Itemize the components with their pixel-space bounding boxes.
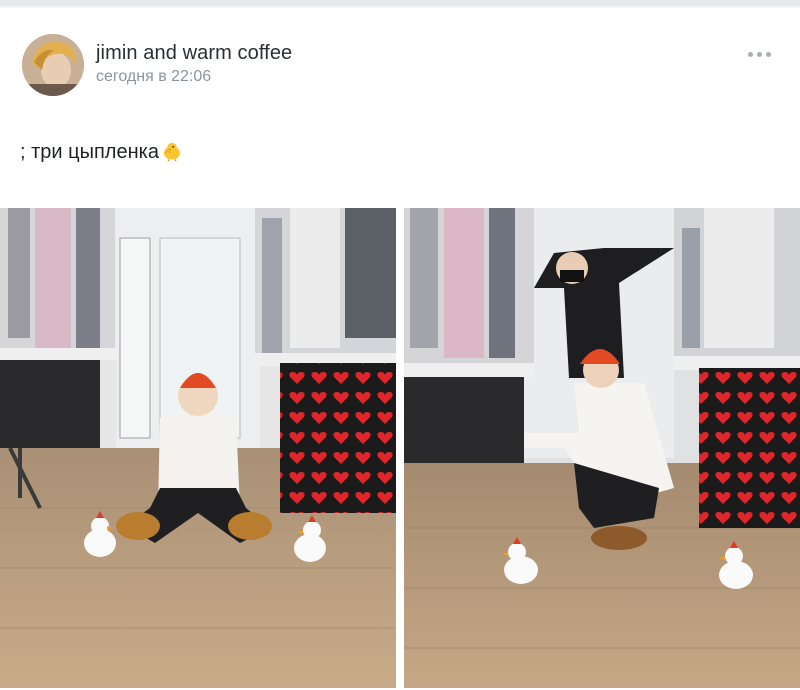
photo-2-image bbox=[404, 208, 800, 688]
post-photo-2[interactable] bbox=[404, 208, 800, 688]
post-photo-1[interactable] bbox=[0, 208, 396, 688]
avatar-image bbox=[22, 34, 84, 96]
post-timestamp[interactable]: сегодня в 22:06 bbox=[96, 68, 211, 86]
post-header: jimin and warm coffee сегодня в 22:06 bbox=[0, 8, 800, 108]
photo-1-image bbox=[0, 208, 396, 688]
post-body: ; три цыпленка bbox=[20, 140, 183, 168]
author-avatar[interactable] bbox=[22, 34, 84, 96]
post-text: ; три цыпленка bbox=[20, 141, 159, 163]
top-divider bbox=[0, 0, 800, 8]
baby-chick-emoji-icon bbox=[161, 140, 183, 168]
more-options-button[interactable] bbox=[746, 44, 774, 64]
author-name[interactable]: jimin and warm coffee bbox=[96, 42, 292, 65]
